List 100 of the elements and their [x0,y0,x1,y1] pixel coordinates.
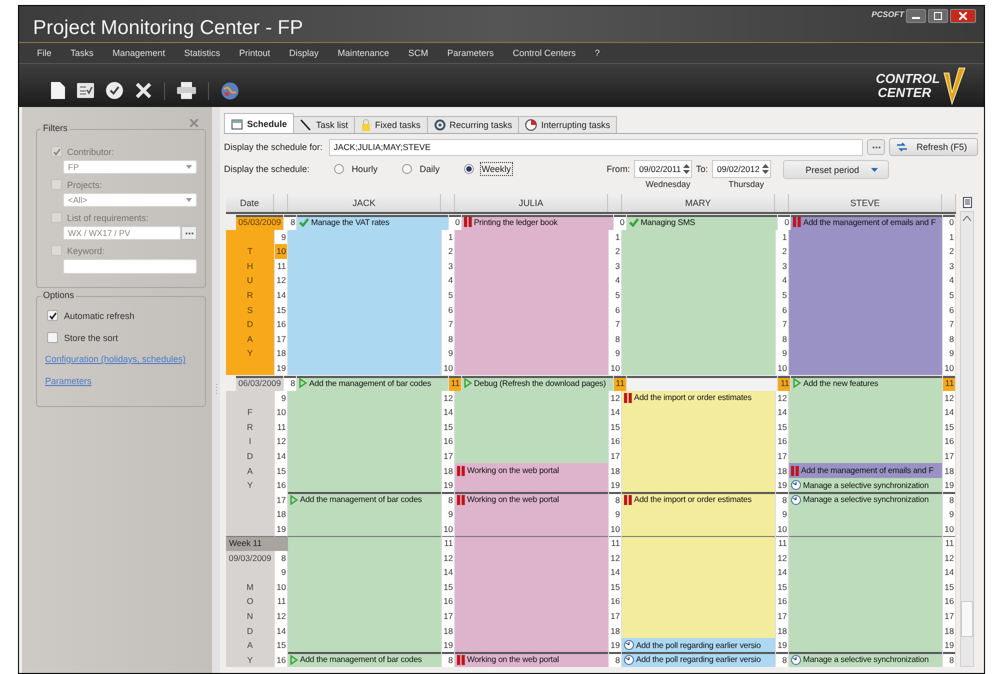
checkbox[interactable] [47,310,58,321]
radio-label[interactable]: Weekly [480,162,513,176]
document-icon[interactable] [962,197,972,208]
scrollbar-thumb[interactable] [961,601,973,637]
browse-button[interactable] [181,226,197,240]
task-cell[interactable]: Add the new features [791,376,942,391]
input-field[interactable]: JACK;JULIA;MAY;STEVE [328,138,864,156]
hour-cell: 16 [441,434,455,449]
menu-item[interactable]: ? [594,48,600,58]
task-cell[interactable]: Add the import or order estimates [622,390,775,406]
tab[interactable]: Recurring tasks [426,116,520,133]
task-title: Add the poll regarding earlier versio [636,655,761,664]
task-cell[interactable]: Managing SMS [626,215,778,230]
task-cell[interactable] [455,536,608,551]
radio-label[interactable]: Hourly [350,162,380,176]
task-cell[interactable]: Add the management of emails and F [791,215,942,230]
hour-cell: 9 [942,506,956,522]
task-cell[interactable] [622,478,775,492]
menu-item[interactable]: Display [289,48,319,58]
menu-item[interactable]: Statistics [184,48,220,58]
checklist-icon[interactable] [77,83,94,98]
menu-item[interactable]: Maintenance [338,48,390,58]
tab[interactable]: Fixed tasks [354,116,428,133]
menu-item[interactable]: Control Centers [512,48,576,58]
date-cell: N [226,608,274,624]
task-cell[interactable] [455,360,608,376]
menu-item[interactable]: Parameters [447,48,494,58]
task-cell[interactable] [622,536,775,551]
radio-button[interactable] [464,164,474,174]
new-document-icon[interactable] [51,82,65,99]
task-cell[interactable] [789,536,942,551]
task-cell[interactable] [622,360,775,376]
maximize-button[interactable] [928,9,948,23]
task-cell[interactable]: Working on the web portal [455,463,608,478]
menu-item[interactable]: File [37,48,52,58]
spinner-icon[interactable] [762,163,769,175]
task-cell[interactable] [789,448,942,464]
task-cell[interactable] [455,521,608,536]
tab[interactable]: Task list [293,116,356,133]
hour-cell: 0 [612,215,627,230]
hour-cell: 17 [942,608,956,624]
task-cell[interactable]: Add the management of bar codes [288,492,441,507]
minimize-button[interactable] [906,9,926,23]
task-title: Add the management of emails and F [803,218,936,227]
field-label: Display the schedule: [224,163,310,174]
radio-button[interactable] [334,164,344,174]
task-cell[interactable]: Add the management of bar codes [288,652,441,667]
task-cell[interactable]: Manage a selective synchronization [789,492,942,507]
task-cell[interactable]: Working on the web portal [455,652,608,667]
date-field[interactable]: 09/02/2012 [712,160,771,178]
scrollbar[interactable] [960,211,974,667]
task-cell[interactable] [455,448,608,464]
task-cell[interactable] [789,360,942,376]
menu-item[interactable]: Tasks [70,48,94,58]
close-button[interactable] [950,9,976,23]
date-field[interactable]: 09/02/2011 [634,160,692,178]
checkbox[interactable] [47,332,58,343]
task-cell[interactable]: Manage the VAT rates [297,215,448,230]
task-cell[interactable] [622,623,775,638]
input-field[interactable] [63,259,197,274]
group-title: Filters [41,123,70,133]
task-cell[interactable] [288,360,441,376]
task-cell[interactable] [455,478,608,492]
radio-button[interactable] [402,164,412,174]
task-cell[interactable] [622,521,775,536]
task-cell[interactable] [288,478,441,492]
task-cell[interactable] [288,536,441,551]
menu-item[interactable]: Printout [239,48,270,58]
preset-period-button[interactable]: Preset period [782,160,889,179]
refresh-button[interactable]: Refresh (F5) [889,138,978,156]
task-cell[interactable]: Working on the web portal [455,492,608,507]
task-cell[interactable]: Manage a selective synchronization [789,478,942,492]
task-cell[interactable]: Add the poll regarding earlier versio [622,652,775,667]
task-cell[interactable]: Printing the ledger book [462,215,613,230]
hour-cell: 11 [274,594,288,609]
tab[interactable]: Interrupting tasks [518,116,618,133]
menu-item[interactable]: SCM [408,48,428,58]
task-cell[interactable] [288,521,441,536]
task-cell[interactable]: Add the management of emails and F [789,463,942,478]
task-cell[interactable] [626,376,778,391]
splitter-grip-icon[interactable] [214,384,218,396]
radio-label[interactable]: Daily [418,162,442,176]
browse-button[interactable] [867,139,886,155]
printer-icon[interactable] [177,82,196,99]
task-cell[interactable]: Add the import or order estimates [622,492,775,507]
tab[interactable]: Schedule [224,113,294,133]
scroll-up-icon[interactable] [963,216,971,221]
task-cell[interactable]: Add the management of bar codes [297,376,448,391]
task-cell[interactable] [789,521,942,536]
check-circle-icon[interactable] [106,82,123,99]
globe-icon[interactable] [221,82,239,100]
spinner-icon[interactable] [682,163,690,175]
task-cell[interactable]: Manage a selective synchronization [789,652,942,667]
task-cell[interactable] [288,638,441,652]
hour-cell: 10 [775,521,789,536]
task-cell[interactable] [789,638,942,652]
task-cell[interactable]: Debug (Refresh the download pages) [462,376,613,391]
task-cell[interactable] [455,638,608,652]
task-cell[interactable]: Add the poll regarding earlier versio [622,638,775,652]
menu-item[interactable]: Management [112,48,166,58]
